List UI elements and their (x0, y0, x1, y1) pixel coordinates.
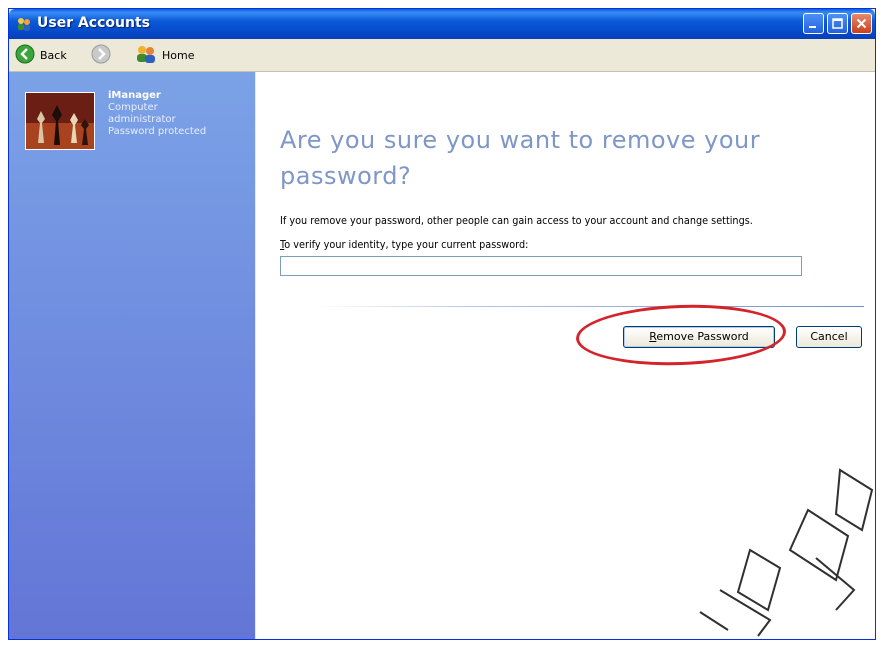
remove-button-text: emove Password (656, 330, 749, 343)
user-role-line1: Computer (108, 102, 158, 113)
back-arrow-icon (15, 44, 35, 67)
current-password-field[interactable] (280, 256, 802, 276)
user-avatar (25, 92, 95, 150)
forward-button[interactable] (91, 43, 111, 67)
user-status: Password protected (108, 126, 207, 137)
users-home-icon (135, 44, 157, 67)
left-pane: iManager Computer administrator Password… (9, 72, 255, 639)
cancel-button[interactable]: Cancel (796, 326, 862, 348)
password-prompt-label: To verify your identity, type your curre… (280, 238, 528, 251)
user-accounts-window: User Accounts Back Home iManager Compute… (8, 8, 876, 640)
remove-password-button[interactable]: Remove Password (623, 326, 775, 348)
description-text: If you remove your password, other peopl… (280, 214, 753, 227)
title-bar[interactable]: User Accounts (9, 9, 875, 39)
user-role-line2: administrator (108, 114, 176, 125)
home-label: Home (162, 48, 195, 62)
window-title: User Accounts (37, 15, 150, 31)
home-button[interactable]: Home (135, 43, 194, 67)
toolbar: Back Home (9, 39, 875, 72)
main-content: Are you sure you want to remove your pas… (256, 72, 875, 639)
minimize-button[interactable] (803, 13, 824, 34)
page-title: Are you sure you want to remove your pas… (280, 126, 761, 190)
user-name: iManager (108, 90, 161, 101)
back-label: Back (40, 48, 67, 62)
maximize-button[interactable] (827, 13, 848, 34)
close-button[interactable] (851, 13, 872, 34)
back-button[interactable]: Back (15, 43, 67, 67)
divider (316, 306, 864, 307)
user-info: iManager Computer administrator Password… (108, 90, 206, 138)
prompt-text: o verify your identity, type your curren… (284, 238, 529, 251)
user-accounts-icon (16, 16, 32, 32)
forward-arrow-icon (91, 44, 111, 67)
